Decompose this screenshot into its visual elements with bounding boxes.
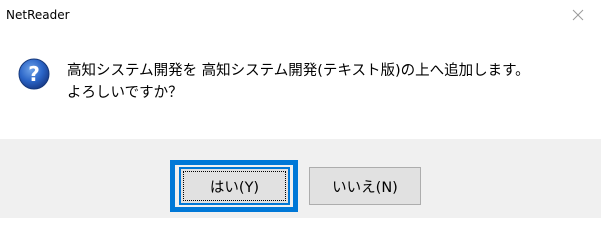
message-line-1: 高知システム開発を 高知システム開発(テキスト版)の上へ追加します。 xyxy=(67,63,530,79)
close-button[interactable] xyxy=(555,0,601,30)
button-area: はい(Y) いいえ(N) xyxy=(0,139,601,218)
message-line-2: よろしいですか？ xyxy=(67,85,183,101)
dialog-content: ? 高知システム開発を 高知システム開発(テキスト版)の上へ追加します。 よろし… xyxy=(0,30,601,139)
yes-button[interactable]: はい(Y) xyxy=(179,167,290,205)
dialog-message: 高知システム開発を 高知システム開発(テキスト版)の上へ追加します。 よろしいで… xyxy=(67,60,587,104)
question-icon: ? xyxy=(18,58,50,90)
message-dialog: NetReader ? 高知システム開発を 高知システム開発(テキスト版)の上へ… xyxy=(0,0,601,218)
no-button[interactable]: いいえ(N) xyxy=(309,167,421,205)
svg-text:?: ? xyxy=(28,62,40,86)
window-title: NetReader xyxy=(6,8,70,22)
title-bar[interactable]: NetReader xyxy=(0,0,601,30)
close-icon xyxy=(572,9,584,21)
